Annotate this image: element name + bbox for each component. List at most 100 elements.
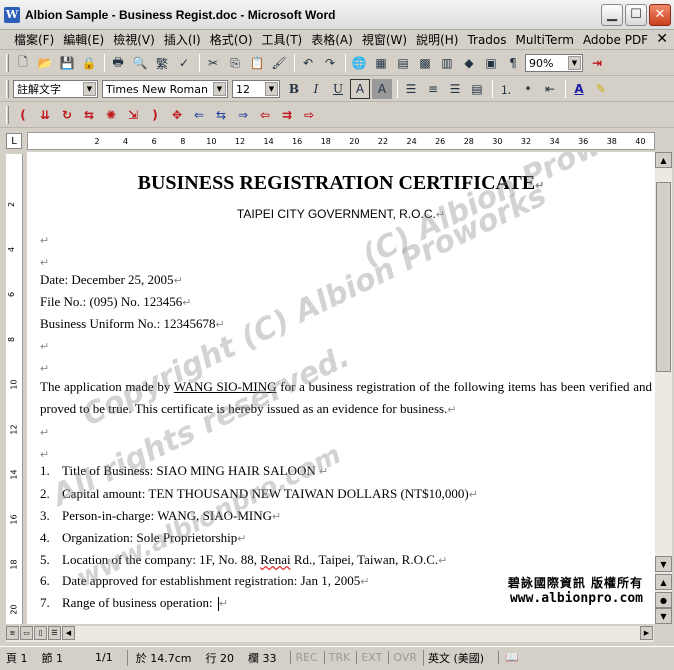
next-page-icon[interactable]: ▼ xyxy=(655,608,672,624)
browse-object-icon[interactable]: ● xyxy=(655,592,672,608)
menu-file[interactable]: 檔案(F) xyxy=(14,31,54,48)
status-ovr[interactable]: OVR xyxy=(388,651,417,664)
permission-icon[interactable]: 🔒 xyxy=(79,53,99,73)
restore-source-icon[interactable]: ⇲ xyxy=(123,105,143,125)
justify-icon[interactable]: ▤ xyxy=(467,79,487,99)
horizontal-ruler[interactable]: 24681012141618202224262830323436384042 xyxy=(27,132,655,150)
menu-adobe-pdf[interactable]: Adobe PDF xyxy=(583,33,648,47)
menu-table[interactable]: 表格(A) xyxy=(311,31,353,48)
menu-view[interactable]: 檢視(V) xyxy=(113,31,155,48)
character-border-button[interactable]: A xyxy=(350,79,370,99)
previous-term-icon[interactable]: ⇦ xyxy=(255,105,275,125)
align-right-icon[interactable]: ☰ xyxy=(445,79,465,99)
insert-table-icon[interactable]: ▤ xyxy=(393,53,413,73)
document-page[interactable]: BUSINESS REGISTRATION CERTIFICATE↵ TAIPE… xyxy=(27,152,655,624)
status-trk[interactable]: TRK xyxy=(323,651,350,664)
get-previous-icon[interactable]: ⇆ xyxy=(79,105,99,125)
tables-borders-icon[interactable]: ▦ xyxy=(371,53,391,73)
set-close-next-icon[interactable]: ⇊ xyxy=(35,105,55,125)
toolbar-grip[interactable] xyxy=(6,106,9,124)
open-segment-icon[interactable]: ( xyxy=(13,105,33,125)
style-combo[interactable]: 註解文字 ▼ xyxy=(13,80,98,98)
chevron-down-icon[interactable]: ▼ xyxy=(83,82,96,96)
character-shading-button[interactable]: A xyxy=(372,79,392,99)
bullets-icon[interactable]: • xyxy=(518,79,538,99)
italic-button[interactable]: I xyxy=(306,79,326,99)
tab-selector[interactable]: L xyxy=(6,133,22,149)
close-segment-icon[interactable]: ↻ xyxy=(57,105,77,125)
chevron-down-icon[interactable]: ▼ xyxy=(213,82,226,96)
redo-icon[interactable]: ↷ xyxy=(320,53,340,73)
concordance-icon[interactable]: ✥ xyxy=(167,105,187,125)
maximize-button[interactable]: ☐ xyxy=(625,3,647,26)
get-term-icon[interactable]: ⇨ xyxy=(299,105,319,125)
spelling-status-icon[interactable]: 📖 xyxy=(498,651,519,664)
toolbar-grip[interactable] xyxy=(6,54,9,72)
hyperlink-icon[interactable]: 🌐 xyxy=(349,53,369,73)
show-hide-icon[interactable]: ¶ xyxy=(503,53,523,73)
font-combo[interactable]: Times New Roman ▼ xyxy=(102,80,228,98)
vertical-scrollbar[interactable]: ▲ ▼ ▲ ● ▼ xyxy=(655,152,672,624)
scroll-left-icon[interactable]: ◀ xyxy=(62,626,75,640)
numbering-icon[interactable]: ⒈ xyxy=(496,79,516,99)
font-size-combo[interactable]: 12 ▼ xyxy=(232,80,280,98)
scroll-up-icon[interactable]: ▲ xyxy=(655,152,672,168)
insert-excel-icon[interactable]: ▩ xyxy=(415,53,435,73)
toolbar-grip[interactable] xyxy=(6,80,9,98)
new-document-icon[interactable]: 🗋 xyxy=(13,53,33,73)
spelling-icon[interactable]: ✓ xyxy=(174,53,194,73)
close-button[interactable]: ✕ xyxy=(649,3,671,26)
normal-view-icon[interactable]: ≡ xyxy=(6,626,19,640)
format-painter-icon[interactable]: 🖌 xyxy=(269,53,289,73)
align-left-icon[interactable]: ☰ xyxy=(401,79,421,99)
get-placeable-icon[interactable]: ⇒ xyxy=(233,105,253,125)
highlight-icon[interactable]: ✎ xyxy=(591,79,611,99)
chevron-down-icon[interactable]: ▼ xyxy=(568,56,581,70)
print-layout-icon[interactable]: ▯ xyxy=(34,626,47,640)
bold-button[interactable]: B xyxy=(284,79,304,99)
columns-icon[interactable]: ▥ xyxy=(437,53,457,73)
scroll-right-icon[interactable]: ▶ xyxy=(640,626,653,640)
translate-to-fuzzy-icon[interactable]: ✺ xyxy=(101,105,121,125)
save-icon[interactable]: 💾 xyxy=(57,53,77,73)
previous-page-icon[interactable]: ▲ xyxy=(655,574,672,590)
cut-icon[interactable]: ✂ xyxy=(203,53,223,73)
undo-icon[interactable]: ↶ xyxy=(298,53,318,73)
print-preview-icon[interactable]: 🔍 xyxy=(130,53,150,73)
status-ext[interactable]: EXT xyxy=(356,651,382,664)
status-language[interactable]: 英文 (美國) xyxy=(422,649,484,666)
close-bracket-icon[interactable]: ) xyxy=(145,105,165,125)
menu-help[interactable]: 說明(H) xyxy=(416,31,458,48)
menu-trados[interactable]: Trados xyxy=(467,33,506,47)
underline-button[interactable]: U xyxy=(328,79,348,99)
next-term-icon[interactable]: ⇉ xyxy=(277,105,297,125)
paste-icon[interactable]: 📋 xyxy=(247,53,267,73)
traditional-chinese-icon[interactable]: 繁 xyxy=(152,53,172,73)
horizontal-scrollbar[interactable] xyxy=(76,626,640,642)
menu-edit[interactable]: 編輯(E) xyxy=(63,31,104,48)
next-placeable-icon[interactable]: ⇆ xyxy=(211,105,231,125)
scroll-thumb[interactable] xyxy=(656,182,671,372)
minimize-button[interactable]: ▁ xyxy=(601,3,623,26)
read-mode-icon[interactable]: ⇥ xyxy=(587,53,607,73)
vertical-ruler[interactable]: 2 4 6 8 10 12 14 16 18 20 xyxy=(6,154,23,624)
menu-insert[interactable]: 插入(I) xyxy=(164,31,201,48)
web-view-icon[interactable]: ▭ xyxy=(20,626,33,640)
decrease-indent-icon[interactable]: ⇤ xyxy=(540,79,560,99)
close-document-icon[interactable]: ✕ xyxy=(656,31,668,47)
previous-placeable-icon[interactable]: ⇐ xyxy=(189,105,209,125)
print-icon[interactable]: 🖶 xyxy=(108,53,128,73)
document-map-icon[interactable]: ▣ xyxy=(481,53,501,73)
menu-window[interactable]: 視窗(W) xyxy=(362,31,407,48)
outline-view-icon[interactable]: ☰ xyxy=(48,626,61,640)
font-color-icon[interactable]: A xyxy=(569,79,589,99)
menu-multiterm[interactable]: MultiTerm xyxy=(516,33,574,47)
menu-tools[interactable]: 工具(T) xyxy=(262,31,303,48)
copy-icon[interactable]: ⎘ xyxy=(225,53,245,73)
zoom-combo[interactable]: 90% ▼ xyxy=(525,54,583,72)
status-rec[interactable]: REC xyxy=(290,651,318,664)
align-center-icon[interactable]: ≡ xyxy=(423,79,443,99)
chevron-down-icon[interactable]: ▼ xyxy=(265,82,278,96)
drawing-icon[interactable]: ◆ xyxy=(459,53,479,73)
scroll-down-icon[interactable]: ▼ xyxy=(655,556,672,572)
